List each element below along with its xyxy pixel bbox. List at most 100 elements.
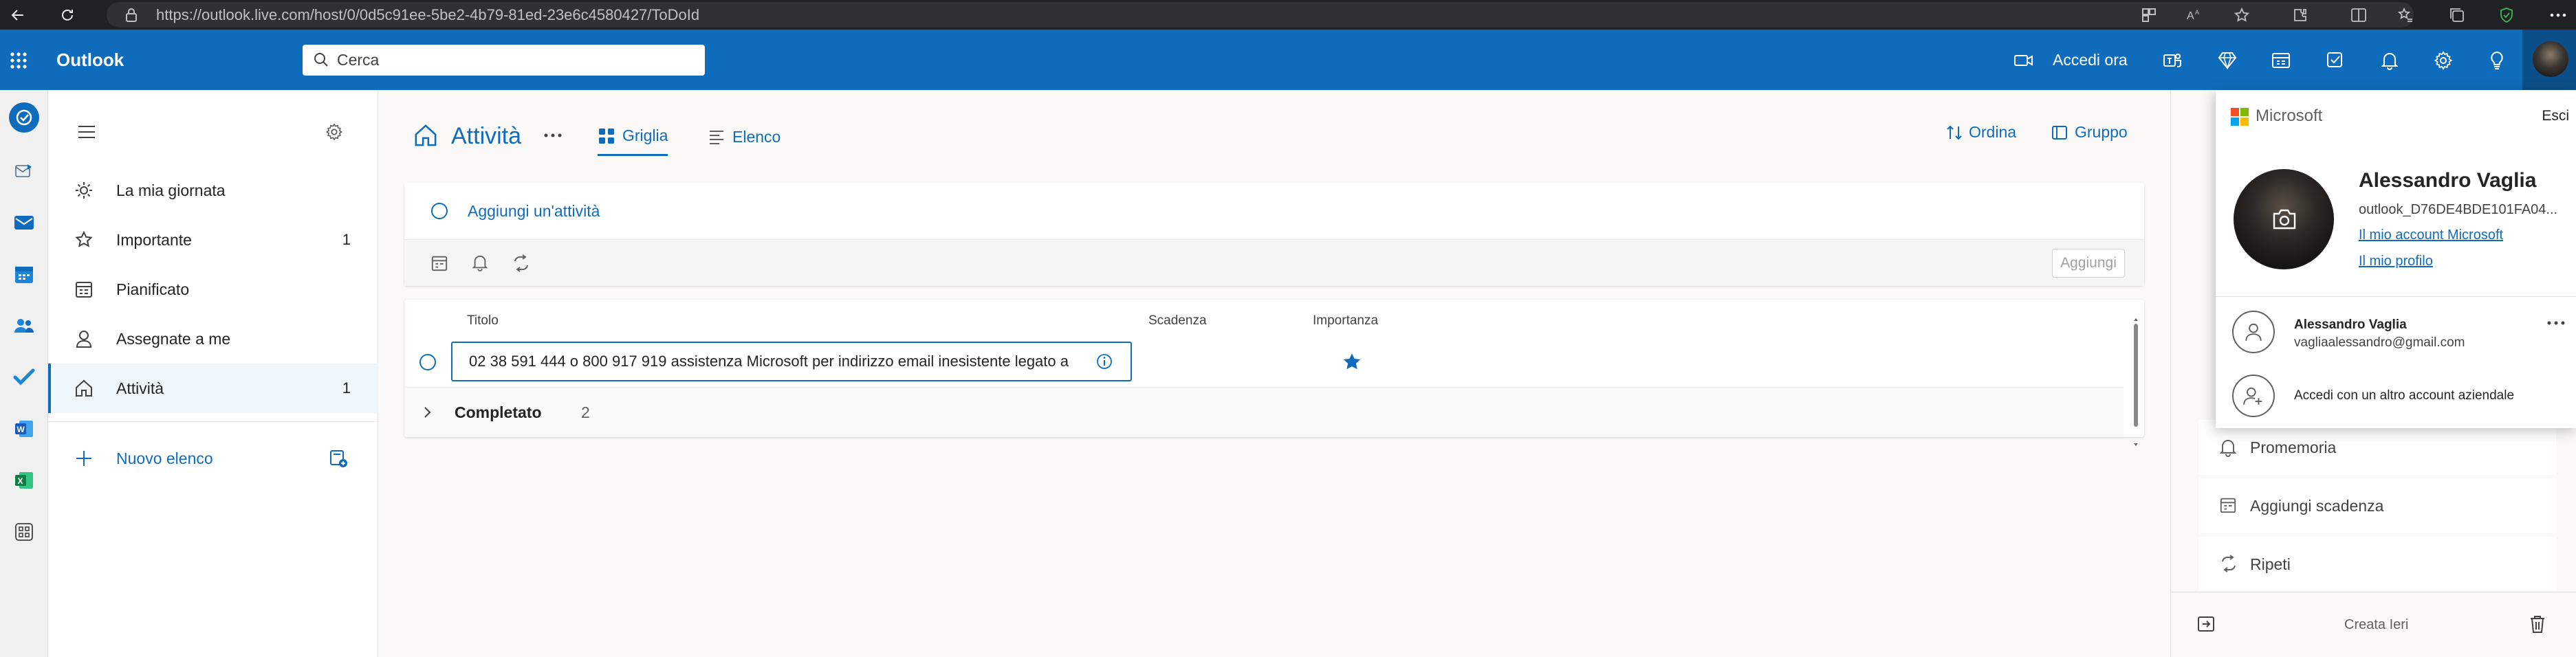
meet-now-label[interactable]: Accedi ora [2053, 30, 2128, 90]
remind-me-button[interactable]: Promemoria [2198, 420, 2556, 475]
nav-item-tasks[interactable]: Attività 1 [48, 364, 378, 413]
main-content: Attività Griglia Elenco Ordina Gruppo Ag… [379, 90, 2170, 657]
nav-item-assigned-to-me[interactable]: Assegnate a me [48, 314, 378, 364]
new-list-label: Nuovo elenco [116, 449, 213, 467]
other-account-name: Alessandro Vaglia [2294, 318, 2407, 332]
other-account-item[interactable]: Alessandro Vaglia vagliaalessandro@gmail… [2216, 300, 2576, 365]
column-header-importance[interactable]: Importanza [1313, 313, 1378, 328]
excel-app-icon[interactable]: X [7, 463, 41, 498]
outlook-mail-icon[interactable] [7, 205, 41, 240]
lock-icon [124, 8, 138, 23]
browser-toolbar: https://outlook.live.com/host/0/0d5c91ee… [0, 0, 2576, 30]
mail-send-icon[interactable] [7, 154, 41, 188]
delete-trash-icon[interactable] [2529, 614, 2546, 634]
browser-essentials-icon[interactable] [2493, 0, 2520, 30]
favorites-icon[interactable] [2392, 0, 2419, 30]
list-options-icon[interactable] [544, 133, 562, 138]
importance-star-icon[interactable] [1342, 353, 1362, 372]
nav-settings-gear-icon[interactable] [325, 123, 343, 141]
add-task-toolbar: Aggiungi [404, 239, 2144, 286]
sort-label: Ordina [1969, 123, 2017, 141]
word-app-icon[interactable]: W [7, 412, 41, 446]
created-date: Creata Ieri [2344, 617, 2409, 632]
account-button[interactable] [2522, 30, 2576, 90]
hide-detail-icon[interactable] [2197, 615, 2215, 633]
my-day-icon[interactable] [2265, 45, 2297, 76]
todo-checkmark-icon[interactable] [2320, 45, 2351, 76]
sun-icon [74, 181, 94, 200]
group-button[interactable]: Gruppo [2051, 123, 2128, 142]
split-screen-icon[interactable] [2345, 0, 2372, 30]
more-options-icon[interactable] [2547, 320, 2565, 326]
info-icon[interactable] [1096, 353, 1113, 370]
account-email: outlook_D76DE4BDE101FA04... [2359, 202, 2558, 217]
bell-icon [2219, 438, 2238, 457]
todo-app-icon[interactable] [7, 100, 41, 135]
app-launcher-icon[interactable] [10, 52, 28, 69]
tips-lightbulb-icon[interactable] [2481, 45, 2513, 76]
completed-group-row[interactable]: Completato 2 [404, 387, 2124, 436]
person-avatar-icon [2232, 311, 2275, 353]
page-title: Attività [451, 123, 522, 149]
todo-check-app-icon[interactable] [7, 360, 41, 394]
svg-text:A: A [2195, 9, 2199, 16]
calendar-app-icon[interactable] [7, 257, 41, 291]
my-microsoft-account-link[interactable]: Il mio account Microsoft [2359, 227, 2503, 243]
my-profile-link[interactable]: Il mio profilo [2359, 254, 2433, 269]
collections-icon[interactable] [2443, 0, 2471, 30]
task-title-field[interactable]: 02 38 591 444 o 800 917 919 assistenza M… [451, 342, 1132, 381]
tab-grid[interactable]: Griglia [598, 118, 668, 156]
settings-gear-icon[interactable] [2427, 45, 2459, 76]
sign-in-other-account[interactable]: Accedi con un altro account aziendale [2216, 368, 2576, 423]
browser-menu-icon[interactable] [2544, 0, 2572, 30]
repeat-icon[interactable] [512, 254, 531, 272]
nav-item-planned[interactable]: Pianificato [48, 265, 378, 314]
reminder-bell-icon[interactable] [472, 254, 488, 271]
list-home-icon [413, 123, 438, 148]
due-date-icon[interactable] [430, 254, 448, 272]
add-button[interactable]: Aggiungi [2052, 249, 2125, 278]
new-list-button[interactable]: Nuovo elenco [48, 434, 378, 483]
teams-icon[interactable] [2157, 45, 2188, 76]
app-available-icon[interactable] [2135, 0, 2163, 30]
favorite-star-icon[interactable] [2228, 0, 2256, 30]
task-complete-checkbox[interactable] [419, 353, 437, 371]
more-apps-icon[interactable] [7, 515, 41, 549]
hamburger-menu-icon[interactable] [77, 124, 96, 140]
address-bar[interactable]: https://outlook.live.com/host/0/0d5c91ee… [107, 2, 2414, 27]
profile-photo[interactable] [2234, 169, 2334, 269]
vertical-scrollbar[interactable] [2133, 317, 2139, 446]
svg-text:X: X [18, 476, 23, 486]
sign-out-link[interactable]: Esci [2542, 108, 2569, 124]
sort-button[interactable]: Ordina [1945, 123, 2016, 142]
completed-label: Completato [455, 403, 542, 421]
premium-diamond-icon[interactable] [2212, 45, 2243, 76]
tab-list[interactable]: Elenco [708, 118, 781, 156]
search-icon [314, 52, 329, 67]
add-due-date-button[interactable]: Aggiungi scadenza [2198, 478, 2556, 533]
sort-arrows-icon [1945, 124, 1963, 142]
add-task-input[interactable]: Aggiungi un'attività [404, 183, 2144, 239]
nav-item-label: Importante [116, 231, 192, 249]
column-header-title[interactable]: Titolo [467, 313, 499, 328]
extensions-icon[interactable] [2286, 0, 2314, 30]
app-name[interactable]: Outlook [56, 30, 124, 90]
people-app-icon[interactable] [7, 309, 41, 343]
new-group-icon[interactable] [329, 449, 348, 468]
tab-label: Elenco [732, 127, 781, 146]
repeat-button[interactable]: Ripeti [2198, 537, 2556, 592]
account-flyout: Microsoft Esci Alessandro Vaglia outlook… [2216, 90, 2576, 428]
sign-in-other-label: Accedi con un altro account aziendale [2294, 388, 2515, 403]
nav-item-my-day[interactable]: La mia giornata [48, 166, 378, 215]
back-arrow-icon[interactable] [4, 0, 32, 30]
table-row[interactable]: 02 38 591 444 o 800 917 919 assistenza M… [404, 337, 2124, 387]
notifications-bell-icon[interactable] [2374, 45, 2405, 76]
nav-item-important[interactable]: Importante 1 [48, 215, 378, 265]
microsoft-logo-icon [2231, 108, 2249, 126]
reload-icon[interactable] [54, 0, 81, 30]
meet-now-icon[interactable] [2008, 45, 2040, 76]
column-header-due[interactable]: Scadenza [1148, 313, 1207, 328]
nav-item-label: Attività [116, 379, 164, 397]
read-aloud-icon[interactable]: AA [2180, 0, 2207, 30]
search-input[interactable]: Cerca [303, 45, 705, 76]
